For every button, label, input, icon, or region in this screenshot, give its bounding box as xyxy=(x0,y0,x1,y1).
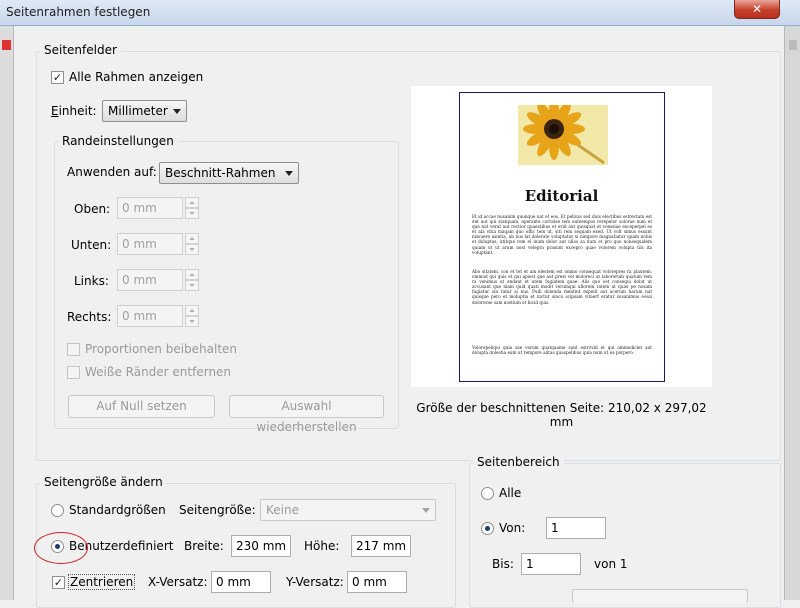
page-preview: Editorial Et id accae nusanim quunque na… xyxy=(411,86,712,387)
standard-sizes-radio[interactable] xyxy=(51,504,64,517)
y-offset-label: Y-Versatz: xyxy=(286,575,344,589)
x-offset-input[interactable]: 0 mm xyxy=(211,571,271,593)
height-label: Höhe: xyxy=(304,539,340,553)
margin-left-label: Links: xyxy=(74,274,109,288)
margin-right-label: Rechts: xyxy=(67,310,112,324)
unit-label-accelerator: E xyxy=(51,104,59,118)
apply-to-select-value: Beschnitt-Rahmen xyxy=(165,166,276,180)
apply-to-select[interactable]: Beschnitt-Rahmen xyxy=(159,162,299,184)
apply-to-label: Anwenden auf: xyxy=(67,165,157,179)
preview-paragraph: Et id accae nusanim quunque nat et eos. … xyxy=(472,214,652,255)
page-range-select-partial[interactable] xyxy=(572,589,748,603)
red-highlight-circle xyxy=(34,532,88,564)
dialog-body: Seitenfelder ✓ Alle Rahmen anzeigen Einh… xyxy=(14,26,784,608)
margin-top-label: Oben: xyxy=(74,202,111,216)
from-page-input[interactable]: 1 xyxy=(546,517,606,539)
margin-left-stepper[interactable] xyxy=(185,269,199,291)
seitengroesse-legend: Seitengröße ändern xyxy=(40,475,167,489)
preview-paragraph: Volorepeliqui quia sae verum quatquame s… xyxy=(472,345,652,356)
to-page-input[interactable]: 1 xyxy=(521,553,581,575)
seitenfelder-legend: Seitenfelder xyxy=(40,43,121,57)
margin-left-input[interactable]: 0 mm xyxy=(117,269,183,291)
unit-select[interactable]: Millimeter xyxy=(102,100,187,122)
page-size-select-value: Keine xyxy=(266,503,299,517)
reset-to-zero-button[interactable]: Auf Null setzen xyxy=(68,395,215,418)
checkmark-icon: ✓ xyxy=(52,71,63,84)
unit-select-value: Millimeter xyxy=(108,104,168,118)
chevron-down-icon xyxy=(285,171,293,176)
close-icon: ✕ xyxy=(751,2,763,16)
margin-right-input[interactable]: 0 mm xyxy=(117,305,183,327)
close-button[interactable]: ✕ xyxy=(734,0,780,19)
seitenbereich-group xyxy=(469,463,781,608)
sunflower-image xyxy=(518,105,608,165)
to-label: Bis: xyxy=(492,557,514,571)
margin-bottom-input[interactable]: 0 mm xyxy=(117,233,183,255)
restore-selection-button[interactable]: Auswahl wiederherstellen xyxy=(229,395,384,434)
unit-label-rest: inheit: xyxy=(58,104,97,118)
randeinstellungen-legend: Randeinstellungen xyxy=(58,134,178,148)
background-app-icon xyxy=(789,40,797,50)
preview-page: Editorial Et id accae nusanim quunque na… xyxy=(459,92,665,382)
remove-white-margins-label: Weiße Ränder entfernen xyxy=(85,365,232,379)
page-count-label: von 1 xyxy=(594,557,628,571)
width-label: Breite: xyxy=(184,539,224,553)
width-input[interactable]: 230 mm xyxy=(231,535,291,557)
margin-top-input[interactable]: 0 mm xyxy=(117,197,183,219)
cropped-size-label: Größe der beschnittenen Seite: 210,02 x … xyxy=(416,401,707,429)
margin-bottom-stepper[interactable] xyxy=(185,233,199,255)
standard-sizes-label: Standardgrößen xyxy=(69,503,166,517)
height-input[interactable]: 217 mm xyxy=(351,535,411,557)
x-offset-label: X-Versatz: xyxy=(148,575,208,589)
margin-bottom-label: Unten: xyxy=(71,238,112,252)
background-app-right-edge xyxy=(784,26,800,600)
unit-label: Einheit: xyxy=(51,104,97,118)
show-all-frames-checkbox[interactable]: ✓ xyxy=(51,71,64,84)
radio-selected-dot xyxy=(485,526,490,531)
from-label: Von: xyxy=(499,521,526,535)
page-size-select[interactable]: Keine xyxy=(260,499,436,521)
show-all-frames-label: Alle Rahmen anzeigen xyxy=(69,70,204,84)
center-label: Zentrieren xyxy=(68,574,136,590)
title-bar: Seitenrahmen festlegen ✕ xyxy=(0,0,800,26)
background-app-left-edge xyxy=(0,26,14,600)
y-offset-input[interactable]: 0 mm xyxy=(347,571,407,593)
checkmark-icon: ✓ xyxy=(53,576,64,589)
background-app-icon xyxy=(2,40,11,50)
margin-top-stepper[interactable] xyxy=(185,197,199,219)
center-checkbox[interactable]: ✓ xyxy=(52,576,65,589)
window-title: Seitenrahmen festlegen xyxy=(6,5,151,19)
all-pages-radio[interactable] xyxy=(481,487,494,500)
keep-proportions-label: Proportionen beibehalten xyxy=(85,342,238,356)
remove-white-margins-checkbox[interactable] xyxy=(67,366,80,379)
from-pages-radio[interactable] xyxy=(481,522,494,535)
page-size-label: Seitengröße: xyxy=(179,503,256,517)
margin-right-stepper[interactable] xyxy=(185,305,199,327)
all-pages-label: Alle xyxy=(499,486,522,500)
keep-proportions-checkbox[interactable] xyxy=(67,343,80,356)
seitenbereich-legend: Seitenbereich xyxy=(473,455,564,469)
preview-paragraph: Abo sitatem, con et tet et am elestem es… xyxy=(472,269,652,305)
chevron-down-icon xyxy=(173,109,181,114)
preview-heading: Editorial xyxy=(524,187,599,205)
chevron-down-icon xyxy=(422,508,430,513)
